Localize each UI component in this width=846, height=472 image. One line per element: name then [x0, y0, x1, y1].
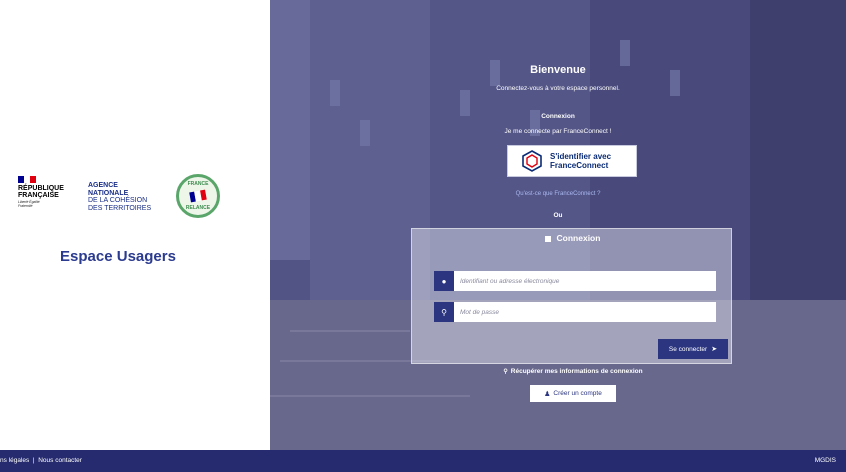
- rf-name-line1: RÉPUBLIQUE: [18, 185, 64, 192]
- user-icon: ●: [434, 271, 454, 291]
- rf-name-line2: FRANÇAISE: [18, 192, 59, 199]
- identifier-row: ●: [434, 271, 716, 291]
- franceconnect-section-title: Connexion: [541, 113, 575, 120]
- seal-bottom-text: RELANCE: [185, 205, 211, 211]
- contact-link[interactable]: Nous contacter: [38, 457, 82, 464]
- republique-francaise-logo: RÉPUBLIQUE FRANÇAISE Liberté Égalité Fra…: [18, 172, 78, 212]
- franceconnect-button-text: S'identifier avec FranceConnect: [550, 152, 611, 170]
- anct-line1: AGENCE: [88, 182, 118, 189]
- franceconnect-logo-icon: [522, 150, 542, 172]
- footer-separator: |: [31, 457, 36, 464]
- login-submit-label: Se connecter: [668, 345, 708, 353]
- franceconnect-intro: Je me connecte par FranceConnect !: [504, 128, 612, 135]
- footer: ns légales | Nous contacter MGDIS: [0, 450, 846, 472]
- anct-line4: DES TERRITOIRES: [88, 204, 152, 212]
- anct-logo: AGENCE NATIONALE DE LA COHÉSION DES TERR…: [88, 182, 178, 212]
- key-icon: ⚲: [434, 302, 454, 322]
- marianne-flag-icon: [18, 176, 36, 183]
- france-relance-seal-icon: FRANCE RELANCE: [176, 174, 220, 218]
- login-title-text: Connexion: [556, 233, 601, 243]
- create-account-button[interactable]: ♟ Créer un compte: [530, 385, 616, 402]
- franceconnect-button-line1: S'identifier avec: [550, 152, 612, 161]
- seal-flag-icon: [189, 189, 207, 203]
- footer-brand: MGDIS: [814, 457, 836, 464]
- identifier-input[interactable]: [454, 271, 716, 291]
- legal-notice-link[interactable]: ns légales: [0, 457, 29, 464]
- key-small-icon: ⚲: [503, 369, 508, 375]
- footer-links: ns légales | Nous contacter: [0, 457, 82, 464]
- lock-icon: [544, 235, 551, 242]
- recover-credentials-label: Récupérer mes informations de connexion: [510, 368, 643, 375]
- franceconnect-button-line2: FranceConnect: [550, 161, 609, 170]
- password-row: ⚲: [434, 302, 716, 322]
- anct-line3: DE LA COHÉSION: [88, 197, 148, 205]
- footer-separator-text: |: [32, 457, 35, 464]
- add-user-icon: ♟: [544, 390, 551, 398]
- create-account-label: Créer un compte: [553, 390, 602, 397]
- franceconnect-info-link[interactable]: Qu'est-ce que FranceConnect ?: [270, 191, 846, 197]
- or-separator: Ou: [553, 212, 563, 219]
- sign-in-arrow-icon: ➤: [711, 346, 718, 353]
- recover-credentials-link[interactable]: ⚲ Récupérer mes informations de connexion: [270, 368, 846, 375]
- seal-top-text: FRANCE: [187, 181, 209, 187]
- login-title: Connexion: [412, 233, 733, 243]
- partner-logos: RÉPUBLIQUE FRANÇAISE Liberté Égalité Fra…: [18, 172, 248, 222]
- page-title: Espace Usagers: [60, 248, 176, 265]
- franceconnect-button[interactable]: S'identifier avec FranceConnect: [507, 145, 637, 177]
- rf-name: RÉPUBLIQUE FRANÇAISE: [18, 185, 78, 199]
- password-input[interactable]: [454, 302, 716, 322]
- left-panel: RÉPUBLIQUE FRANÇAISE Liberté Égalité Fra…: [0, 0, 270, 450]
- welcome-heading: Bienvenue: [530, 64, 586, 76]
- login-form: Connexion ● ⚲ Se connecter ➤: [411, 228, 732, 364]
- rf-motto: Liberté Égalité Fraternité: [18, 200, 40, 208]
- login-submit-button[interactable]: Se connecter ➤: [658, 339, 728, 359]
- welcome-subtitle: Connectez-vous à votre espace personnel.: [496, 85, 620, 92]
